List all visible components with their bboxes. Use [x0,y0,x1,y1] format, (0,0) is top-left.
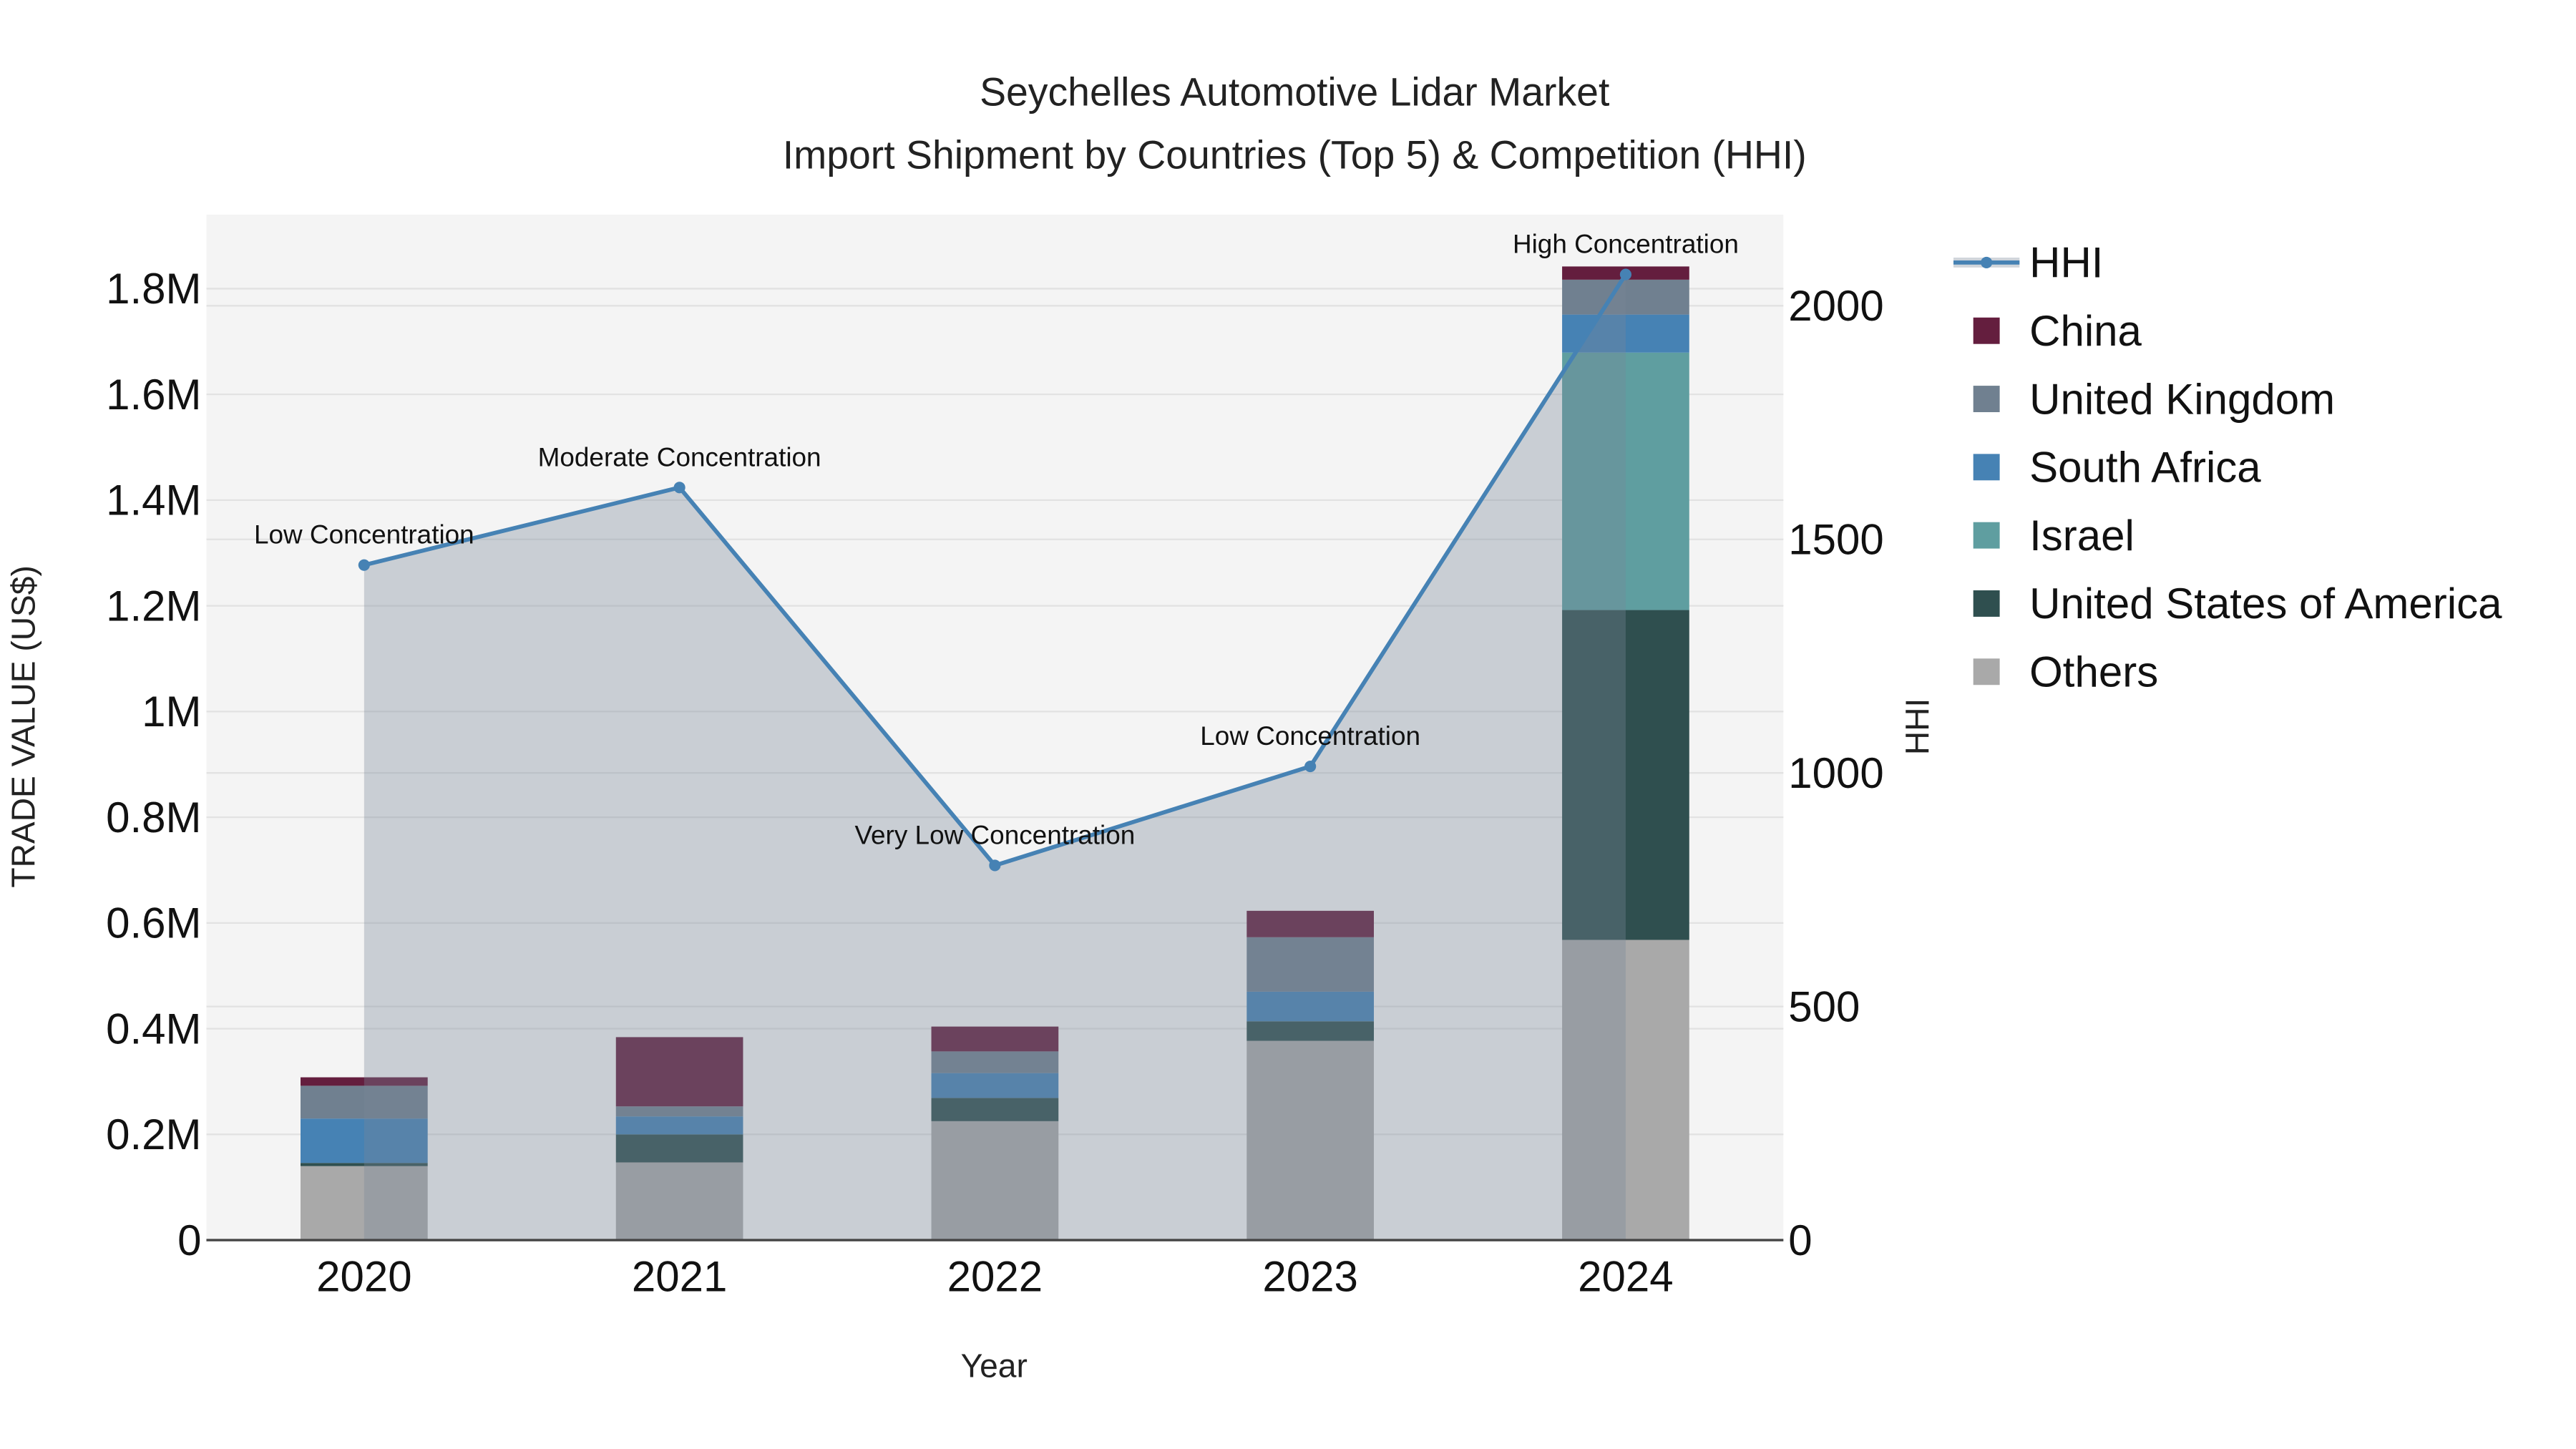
legend-label: China [2029,307,2142,355]
legend-label: United States of America [2029,580,2502,628]
legend-item: United States of America [1973,580,2502,628]
legend-swatch [1973,454,2000,481]
legend-label: South Africa [2029,444,2261,492]
x-tick-label: 2023 [1262,1253,1357,1301]
legend-label: HHI [2029,239,2103,287]
hhi-point [1619,268,1631,280]
y-tick-label: 0.4M [106,1005,201,1053]
x-tick-label: 2024 [1578,1253,1673,1301]
y2-axis-label: HHI [1898,698,1936,755]
legend-swatch [1973,317,2000,344]
legend-swatch-hhi-point [1981,256,1993,268]
legend-swatch [1973,658,2000,686]
y2-tick-label: 1000 [1788,749,1883,797]
chart: Seychelles Automotive Lidar Market Impor… [0,0,2576,1449]
hhi-point [989,859,1001,872]
x-tick-label: 2020 [316,1253,411,1301]
y-axis-label: TRADE VALUE (US$) [4,565,42,887]
y-tick-label: 1M [142,688,201,736]
y2-tick-label: 500 [1788,982,1860,1030]
y2-tick-label: 1500 [1788,516,1883,564]
y2-tick-label: 2000 [1788,282,1883,330]
y2-tick-label: 0 [1788,1216,1812,1264]
hhi-annotation: Low Concentration [1200,721,1420,751]
y-tick-label: 0 [177,1216,201,1264]
hhi-annotation: Low Concentration [254,520,474,550]
y-tick-label: 1.2M [106,582,201,630]
y-tick-label: 0.6M [106,899,201,947]
legend-swatch [1973,522,2000,549]
hhi-point [1304,760,1317,773]
x-tick-label: 2021 [632,1253,727,1301]
legend-swatch [1973,386,2000,412]
hhi-point [673,482,686,494]
y-tick-label: 1.4M [106,477,201,525]
legend-label: Others [2029,648,2158,696]
chart-subtitle: Import Shipment by Countries (Top 5) & C… [783,132,1807,177]
legend-swatch [1973,590,2000,617]
hhi-point [358,559,370,571]
hhi-annotation: High Concentration [1513,230,1739,259]
legend-label: United Kingdom [2029,375,2335,423]
y-tick-label: 0.2M [106,1111,201,1158]
legend-label: Israel [2029,512,2135,560]
y-tick-label: 1.8M [106,265,201,313]
x-axis-label: Year [961,1347,1028,1385]
hhi-annotation: Very Low Concentration [854,820,1135,849]
hhi-annotation: Moderate Concentration [538,442,821,472]
y-tick-label: 1.6M [106,371,201,419]
chart-title: Seychelles Automotive Lidar Market [980,70,1609,114]
y-tick-label: 0.8M [106,794,201,841]
x-tick-label: 2022 [947,1253,1043,1301]
